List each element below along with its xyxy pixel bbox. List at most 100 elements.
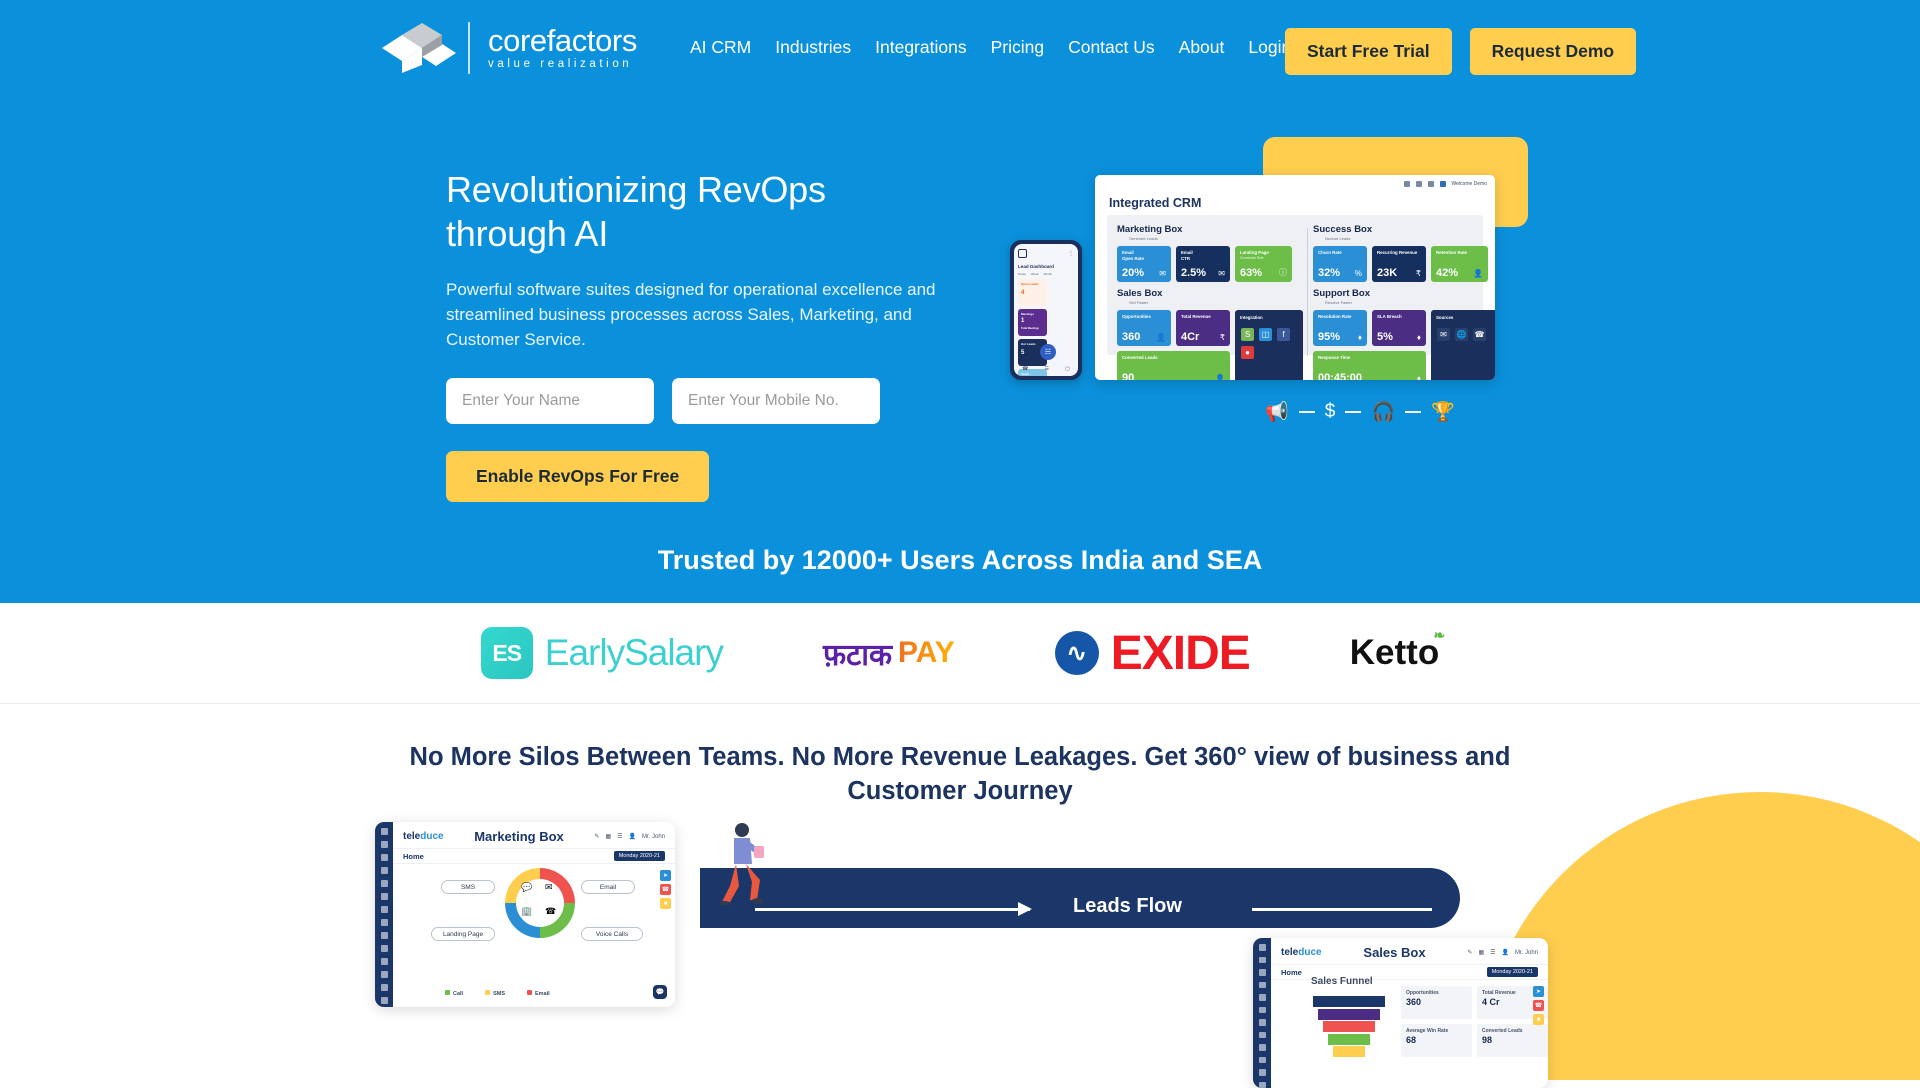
start-free-trial-button[interactable]: Start Free Trial	[1285, 28, 1452, 75]
card-value: 1	[1021, 318, 1044, 324]
sidebar-icon[interactable]	[381, 828, 388, 835]
grid-icon[interactable]: ▦	[605, 833, 611, 840]
sidebar-icon[interactable]	[381, 906, 388, 913]
quick-note-icon[interactable]: ■	[1533, 1014, 1544, 1025]
tile-value: 5%	[1377, 331, 1393, 343]
marketing-box-heading: Marketing Box	[1117, 224, 1303, 235]
flow-arrow-icon	[755, 908, 1030, 911]
mobile-input[interactable]	[672, 378, 880, 424]
crm-title: Integrated CRM	[1095, 193, 1495, 215]
nav-item-contact-us[interactable]: Contact Us	[1068, 37, 1155, 58]
card-label: Meetings	[1021, 312, 1044, 316]
phone-nav-calls[interactable]: ☎	[1022, 366, 1028, 372]
teleduce-logo: teleduce	[1281, 947, 1322, 958]
phone-nav-leads[interactable]: ☰	[1044, 366, 1048, 372]
edit-icon[interactable]: ✎	[1467, 949, 1472, 956]
quick-call-icon[interactable]: ☎	[1533, 1000, 1544, 1011]
quick-note-icon[interactable]: ■	[660, 898, 671, 909]
sidebar-icon[interactable]	[381, 919, 388, 926]
sidebar-icon[interactable]	[1259, 1044, 1266, 1051]
sidebar-icon[interactable]	[381, 854, 388, 861]
pill-landing-page[interactable]: Landing Page	[431, 927, 495, 941]
nav-item-ai-crm[interactable]: AI CRM	[690, 37, 751, 58]
breadcrumb[interactable]: Home	[1281, 968, 1302, 977]
breadcrumb[interactable]: Home	[403, 852, 424, 861]
card-sub: Total Meetings	[1021, 327, 1044, 330]
sidebar-icon[interactable]	[1259, 1069, 1266, 1076]
sidebar-icon[interactable]	[1259, 982, 1266, 989]
tile-email-ctr: Email CTR 2.5% ✉	[1176, 246, 1230, 282]
facebook-icon: f	[1277, 328, 1290, 341]
sidebar-icon[interactable]	[381, 971, 388, 978]
nav-item-integrations[interactable]: Integrations	[875, 37, 966, 58]
quick-send-icon[interactable]: ➤	[660, 870, 671, 881]
analytics-icon: ◫	[1259, 328, 1272, 341]
chat-bubble-icon[interactable]: 💬	[653, 985, 667, 999]
sidebar-icon[interactable]	[1259, 969, 1266, 976]
sidebar-icon[interactable]	[381, 841, 388, 848]
app-icon: ●	[1241, 346, 1254, 359]
sidebar-icon[interactable]	[1259, 994, 1266, 1001]
marketing-toolbar: ✎ ▦ ☰ 👤 Mr. John	[594, 833, 665, 840]
sales-topbar: teleduce Sales Box ✎ ▦ ☰ 👤 Mr. John	[1271, 938, 1548, 964]
user-icon[interactable]: 👤	[629, 833, 636, 840]
phone-nav-tasks[interactable]: ▢	[1065, 366, 1070, 372]
diamond-icon: ♦	[1417, 374, 1421, 380]
edit-icon[interactable]: ✎	[594, 833, 599, 840]
pill-email[interactable]: Email	[581, 880, 635, 894]
sidebar-icon[interactable]	[381, 984, 388, 991]
request-demo-button[interactable]: Request Demo	[1470, 28, 1637, 75]
tile-resolution-rate: Resolution Rate 95% ♦	[1313, 310, 1367, 346]
tile-value: 20%	[1122, 267, 1144, 279]
marketing-sidebar	[375, 822, 393, 1007]
quick-send-icon[interactable]: ➤	[1533, 986, 1544, 997]
phone-tab-week[interactable]: Week	[1031, 272, 1039, 276]
phone-tab-month[interactable]: Month	[1044, 272, 1052, 276]
sidebar-icon[interactable]	[1259, 1082, 1266, 1088]
phone-tab-today[interactable]: Today	[1018, 272, 1026, 276]
logo-exide: ∿ EXIDE	[1055, 626, 1250, 681]
sidebar-icon[interactable]	[381, 997, 388, 1004]
nav-item-about[interactable]: About	[1179, 37, 1225, 58]
user-icon[interactable]: 👤	[1502, 949, 1509, 956]
sources-label: Sources	[1436, 315, 1494, 320]
web-source-icon: 🌐	[1455, 328, 1468, 341]
marketing-tiles: Email Open Rate 20% ✉ Email CTR 2.5% ✉	[1117, 246, 1303, 282]
sidebar-icon[interactable]	[1259, 1032, 1266, 1039]
nav-item-pricing[interactable]: Pricing	[991, 37, 1045, 58]
logo-tagline: value realization	[488, 59, 637, 71]
sidebar-icon[interactable]	[381, 945, 388, 952]
sales-tiles: Opportunities 360 👤 Total Revenue 4Cr ₹	[1117, 310, 1303, 380]
nav-item-industries[interactable]: Industries	[775, 37, 851, 58]
sidebar-icon[interactable]	[1259, 1019, 1266, 1026]
pill-voice-calls[interactable]: Voice Calls	[581, 927, 643, 941]
hero-lead-form	[446, 378, 976, 424]
integration-icons: S ◫ f ●	[1241, 328, 1297, 359]
floating-action-button[interactable]: ☵	[1040, 344, 1056, 360]
marketing-topbar: teleduce Marketing Box ✎ ▦ ☰ 👤 Mr. John	[393, 822, 675, 848]
enable-revops-button[interactable]: Enable RevOps For Free	[446, 451, 709, 502]
sidebar-icon[interactable]	[381, 880, 388, 887]
tile-value: 90	[1122, 372, 1134, 380]
pill-sms[interactable]: SMS	[441, 880, 495, 894]
name-input[interactable]	[446, 378, 654, 424]
menu-icon[interactable]: ⋮	[1068, 250, 1074, 257]
sidebar-icon[interactable]	[1259, 1057, 1266, 1064]
sidebar-icon[interactable]	[1259, 957, 1266, 964]
sidebar-icon[interactable]	[1259, 1007, 1266, 1014]
sidebar-icon[interactable]	[381, 867, 388, 874]
quick-call-icon[interactable]: ☎	[660, 884, 671, 895]
grid-icon[interactable]: ▦	[1478, 949, 1484, 956]
list-icon[interactable]: ☰	[617, 833, 622, 840]
top-navigation: corefactors value realization AI CRM Ind…	[0, 0, 1920, 95]
logo-ketto: Ketto ❧	[1350, 633, 1439, 673]
sidebar-icon[interactable]	[381, 932, 388, 939]
sidebar-icon[interactable]	[1259, 944, 1266, 951]
sidebar-icon[interactable]	[381, 958, 388, 965]
sidebar-icon[interactable]	[381, 893, 388, 900]
list-icon[interactable]: ☰	[1490, 949, 1495, 956]
logo[interactable]: corefactors value realization	[380, 22, 637, 74]
phone-screen: ⋮ Lead Dashboard Today Week Month Open L…	[1014, 244, 1078, 376]
tile-value: 360	[1122, 331, 1140, 343]
client-logo-strip: ES EarlySalary फ़टाक PAY ∿ EXIDE Ketto ❧	[0, 603, 1920, 704]
